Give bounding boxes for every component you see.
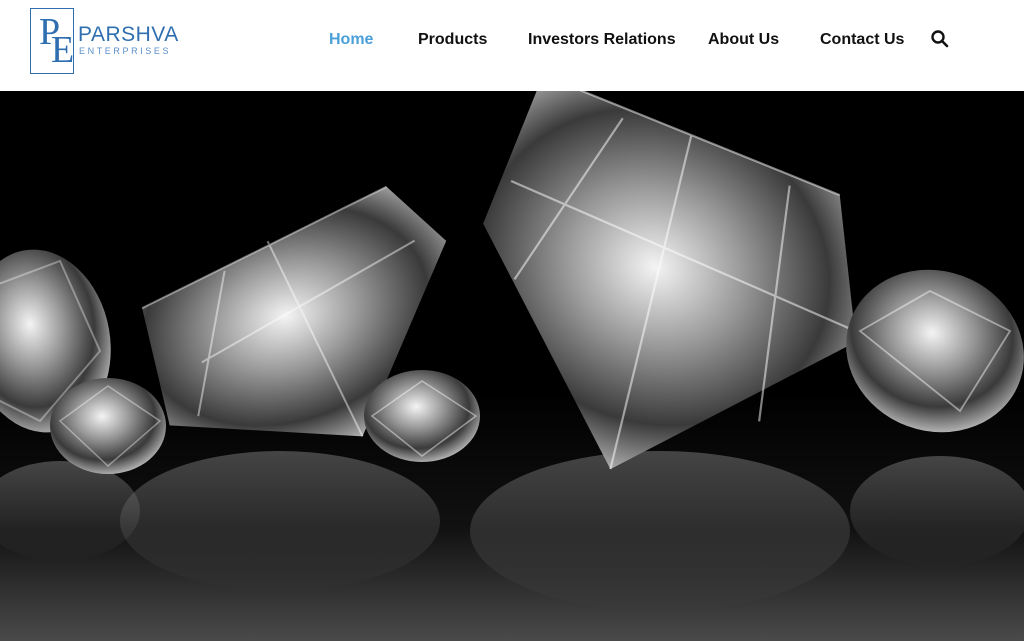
nav-products[interactable]: Products [418, 30, 487, 50]
nav-investors-relations[interactable]: Investors Relations [528, 30, 676, 50]
logo-initial-e: E [51, 29, 75, 71]
brand-logo[interactable]: P E PARSHVA ENTERPRISES [28, 8, 178, 76]
nav-contact-us[interactable]: Contact Us [820, 30, 904, 50]
hero-banner [0, 91, 1024, 641]
nav-home[interactable]: Home [329, 30, 373, 50]
site-header: P E PARSHVA ENTERPRISES Home Products In… [0, 0, 1024, 91]
brand-tagline: ENTERPRISES [79, 46, 172, 56]
nav-about-us[interactable]: About Us [708, 30, 779, 50]
search-icon[interactable] [930, 29, 950, 49]
brand-name: PARSHVA [78, 23, 179, 46]
diamonds-hero-image [0, 91, 1024, 641]
logo-monogram-icon: P E [30, 8, 74, 74]
